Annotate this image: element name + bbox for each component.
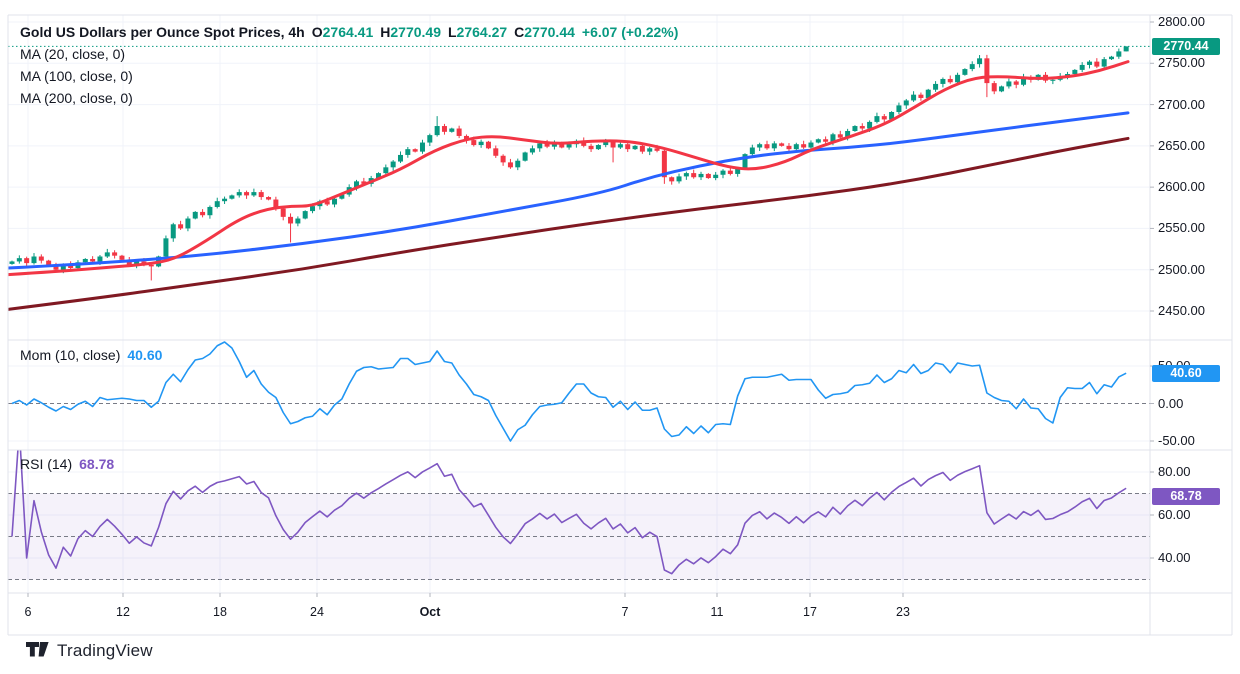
open-value: 2764.41	[323, 24, 374, 40]
close-value: 2770.44	[524, 24, 575, 40]
rsi-legend[interactable]: RSI (14) 68.78	[20, 456, 114, 472]
ohlc-low: L2764.27	[448, 24, 507, 40]
chart-canvas[interactable]	[0, 0, 1240, 674]
ma20-legend[interactable]: MA (20, close, 0)	[20, 46, 125, 62]
change-value: +6.07 (+0.22%)	[582, 24, 679, 40]
close-label: C	[514, 24, 524, 40]
ma-line	[8, 138, 1128, 309]
price-axis[interactable]	[1150, 15, 1232, 635]
tradingview-logo-text: TradingView	[57, 641, 153, 661]
tradingview-logo[interactable]: TradingView	[26, 641, 153, 661]
momentum-legend-value: 40.60	[127, 347, 162, 363]
symbol-title[interactable]: Gold US Dollars per Ounce Spot Prices, 4…	[20, 24, 305, 40]
ma-line	[8, 62, 1128, 275]
momentum-legend[interactable]: Mom (10, close) 40.60	[20, 347, 162, 363]
momentum-line	[12, 342, 1126, 441]
momentum-legend-title: Mom (10, close)	[20, 347, 120, 363]
ohlc-open: O2764.41	[312, 24, 374, 40]
open-label: O	[312, 24, 323, 40]
tradingview-logo-icon	[26, 642, 49, 660]
ohlc-close: C2770.44	[514, 24, 575, 40]
ohlc-high: H2770.49	[380, 24, 441, 40]
ma200-legend[interactable]: MA (200, close, 0)	[20, 90, 133, 106]
high-value: 2770.49	[390, 24, 441, 40]
ma-overlays	[8, 62, 1128, 310]
rsi-legend-value: 68.78	[79, 456, 114, 472]
price-badge: 2770.44	[1152, 38, 1220, 55]
high-label: H	[380, 24, 390, 40]
main-series-legend[interactable]: Gold US Dollars per Ounce Spot Prices, 4…	[20, 24, 678, 40]
time-axis[interactable]	[8, 593, 1150, 635]
ma100-legend[interactable]: MA (100, close, 0)	[20, 68, 133, 84]
tradingview-chart-widget: Gold US Dollars per Ounce Spot Prices, 4…	[0, 0, 1240, 674]
low-label: L	[448, 24, 457, 40]
low-value: 2764.27	[457, 24, 508, 40]
momentum-badge: 40.60	[1152, 365, 1220, 382]
ma-line	[8, 113, 1128, 268]
rsi-badge: 68.78	[1152, 488, 1220, 505]
rsi-legend-title: RSI (14)	[20, 456, 72, 472]
